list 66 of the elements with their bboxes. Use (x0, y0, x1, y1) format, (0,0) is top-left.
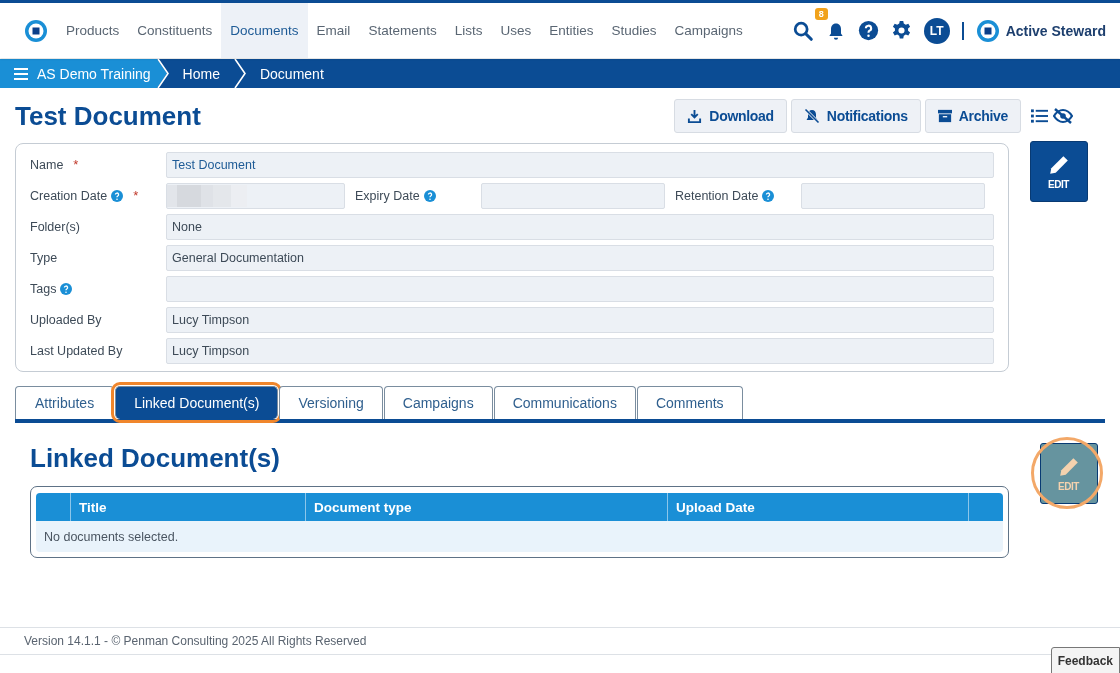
user-avatar[interactable]: LT (923, 17, 950, 44)
help-icon[interactable] (762, 189, 775, 202)
hidden-eye-icon[interactable] (1053, 108, 1073, 124)
field-label: Retention Date (675, 188, 759, 203)
input-field[interactable]: Lucy Timpson (166, 337, 994, 364)
nav-item[interactable]: Studies (602, 3, 666, 58)
settings-icon[interactable] (890, 20, 912, 41)
input-field[interactable]: Lucy Timpson (166, 306, 994, 333)
section-title: Linked Document(s) (30, 443, 281, 474)
field-label: Expiry Date (355, 188, 420, 203)
feedback-button[interactable]: Feedback (1050, 647, 1120, 673)
field-label: Type (30, 250, 58, 265)
pencil-icon (1047, 153, 1070, 176)
input-field[interactable]: None (166, 213, 994, 240)
nav-item[interactable]: Email (307, 3, 360, 58)
nav-item[interactable]: Statements (359, 3, 446, 58)
action-button[interactable]: Download (674, 99, 787, 133)
archive-icon (937, 109, 952, 123)
field-label: Uploaded By (30, 312, 102, 327)
nav-item[interactable]: Lists (445, 3, 492, 58)
page-title: Test Document (15, 100, 201, 132)
notification-badge: 8 (814, 7, 828, 20)
help-icon[interactable] (857, 20, 879, 41)
required-mark: * (133, 188, 139, 203)
input-field[interactable]: Test Document (166, 151, 994, 178)
nav-item[interactable]: Entities (540, 3, 603, 58)
input-field[interactable] (801, 182, 985, 209)
tab[interactable]: Attributes (15, 386, 115, 419)
tab[interactable]: Comments (636, 386, 743, 419)
menu-icon (14, 67, 28, 80)
input-field[interactable] (166, 275, 994, 302)
pencil-icon (1057, 455, 1080, 478)
tab[interactable]: Campaigns (383, 386, 493, 419)
input-field[interactable] (166, 182, 345, 209)
nav-item[interactable]: Uses (491, 3, 541, 58)
muted-bell-icon (803, 108, 820, 124)
field-label: Tags (30, 281, 57, 296)
copyright-text: Version 14.1.1 - © Penman Consulting 2025 All Rights Reserved (24, 634, 367, 648)
help-icon[interactable] (111, 189, 124, 202)
required-mark: * (73, 157, 79, 172)
action-button[interactable]: Archive (924, 99, 1021, 133)
field-label: Last Updated By (30, 343, 123, 358)
edit-button[interactable]: EDIT (1029, 141, 1088, 202)
nav-item[interactable]: Campaigns (665, 3, 752, 58)
input-field[interactable]: General Documentation (166, 244, 994, 271)
brand-name: Active Steward (1005, 22, 1106, 39)
nav-item[interactable]: Products (57, 3, 129, 58)
help-icon[interactable] (423, 189, 436, 202)
tab[interactable]: Versioning (279, 386, 383, 419)
download-icon (687, 108, 703, 124)
list-icon[interactable] (1031, 109, 1048, 123)
chevron-separator-icon (233, 59, 246, 88)
input-field[interactable] (481, 182, 665, 209)
tab[interactable]: Communications (493, 386, 636, 419)
logo-icon[interactable] (24, 18, 48, 43)
nav-item[interactable]: Constituents (128, 3, 222, 58)
chevron-separator-icon (156, 59, 169, 88)
field-label: Name (30, 157, 64, 172)
field-label: Folder(s) (30, 219, 80, 234)
search-icon[interactable] (791, 19, 814, 42)
help-icon[interactable] (60, 282, 73, 295)
logo-icon (975, 18, 1000, 43)
action-button[interactable]: Notifications (790, 99, 921, 133)
empty-table-message: No documents selected. (36, 521, 1003, 552)
nav-item[interactable]: Documents (221, 3, 308, 58)
field-label: Creation Date (30, 188, 108, 203)
